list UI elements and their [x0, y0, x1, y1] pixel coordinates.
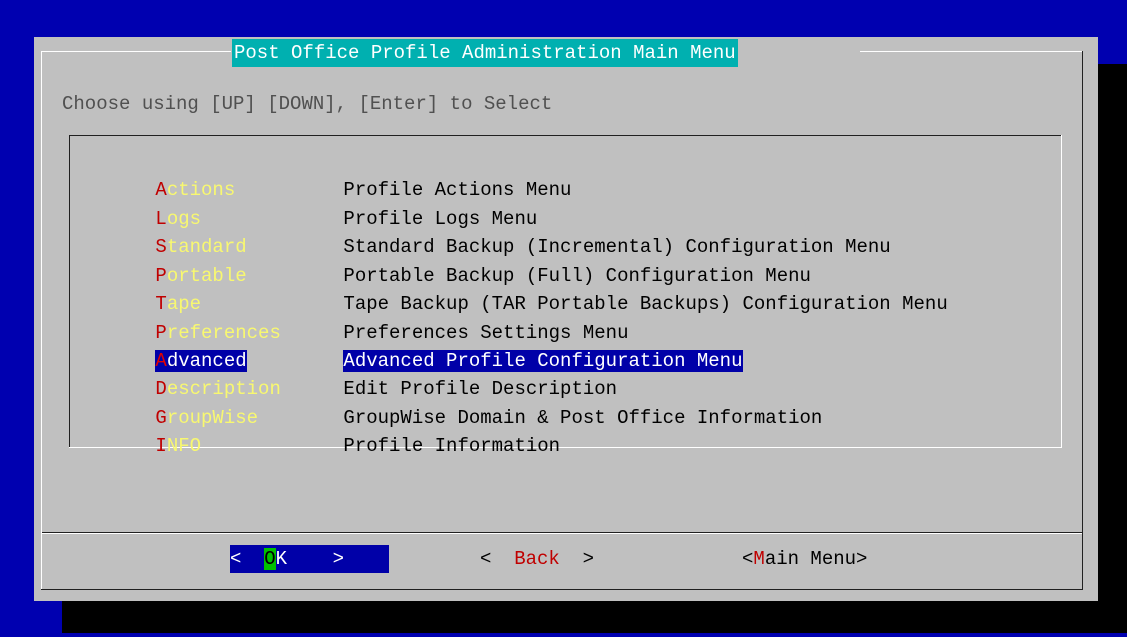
- menu-item-preferences[interactable]: Preferences Preferences Settings Menu: [87, 291, 628, 344]
- menu-item-advanced[interactable]: Advanced Advanced Profile Configuration M…: [87, 319, 743, 372]
- ok-button[interactable]: < OK >: [230, 545, 389, 573]
- ok-label-rest: K: [275, 548, 288, 570]
- frame-left: [41, 51, 42, 589]
- back-button[interactable]: < Back >: [480, 545, 594, 573]
- hotkey-letter: I: [155, 435, 167, 457]
- menu-item-groupwise[interactable]: GroupWise GroupWise Domain & Post Office …: [87, 376, 822, 429]
- dialog-title: Post Office Profile Administration Main …: [232, 39, 738, 67]
- main-menu-left-bracket: <: [742, 548, 754, 570]
- menu-item-logs[interactable]: Logs Profile Logs Menu: [87, 177, 537, 230]
- back-hotkey: B: [514, 548, 526, 570]
- button-bar-separator-light: [42, 533, 1082, 534]
- back-right-bracket: >: [559, 548, 595, 570]
- menu-item-portable[interactable]: Portable Portable Backup (Full) Configura…: [87, 234, 810, 287]
- ok-right-bracket: >: [287, 548, 345, 570]
- main-menu-button[interactable]: <Main Menu>: [742, 545, 867, 573]
- list-frame-right: [1061, 135, 1062, 448]
- main-menu-dialog: Post Office Profile Administration Main …: [34, 37, 1098, 601]
- back-left-bracket: <: [480, 548, 515, 570]
- menu-item-info[interactable]: INFO Profile Information: [87, 404, 560, 457]
- frame-top-left: [41, 51, 231, 52]
- menu-item-tag: INFO: [155, 432, 343, 460]
- main-menu-hotkey: M: [753, 548, 765, 570]
- main-menu-label-rest: ain Menu: [764, 548, 857, 570]
- dialog-shadow-bottom: [62, 601, 1127, 633]
- menu-item-tape[interactable]: Tape Tape Backup (TAR Portable Backups) C…: [87, 262, 947, 315]
- frame-bottom: [41, 589, 1083, 590]
- frame-right: [1082, 51, 1083, 589]
- list-frame-left: [69, 135, 70, 447]
- menu-item-description[interactable]: Description Edit Profile Description: [87, 347, 617, 400]
- ok-hotkey: O: [264, 548, 276, 570]
- menu-item-actions[interactable]: Actions Profile Actions Menu: [87, 148, 571, 201]
- menu-item-description: Profile Information: [343, 435, 561, 457]
- main-menu-right-bracket: >: [856, 548, 868, 570]
- tag-rest: NFO: [166, 435, 202, 457]
- dialog-shadow-right: [1098, 64, 1127, 605]
- ok-left-bracket: <: [230, 548, 265, 570]
- menu-item-standard[interactable]: Standard Standard Backup (Incremental) Co…: [87, 205, 890, 258]
- frame-top-right: [860, 51, 1082, 52]
- back-label-rest: ack: [525, 548, 560, 570]
- instruction-text: Choose using [UP] [DOWN], [Enter] to Sel…: [62, 93, 553, 115]
- list-frame-top: [69, 135, 1061, 136]
